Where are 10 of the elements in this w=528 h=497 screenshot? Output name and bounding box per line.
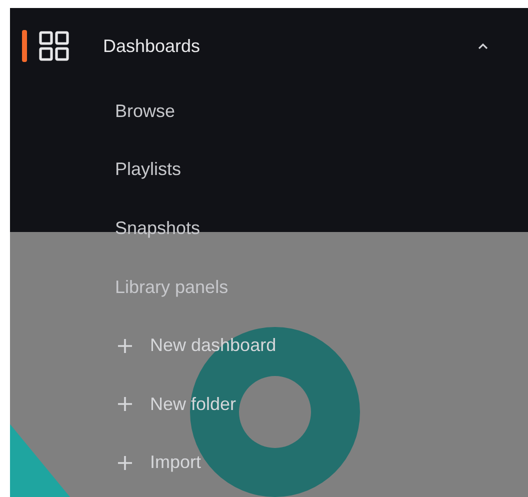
menu-link[interactable]: Playlists <box>115 159 182 180</box>
menu-action[interactable]: New folder <box>150 394 236 415</box>
plus-icon <box>118 338 132 353</box>
grid-icon <box>39 31 69 61</box>
menu-action[interactable]: New dashboard <box>150 335 276 356</box>
caret-icon[interactable] <box>478 43 488 49</box>
section-title[interactable]: Dashboards <box>103 36 200 56</box>
plus-icon <box>118 456 132 470</box>
plus-icon <box>118 397 132 412</box>
menu-link[interactable]: Browse <box>115 100 176 122</box>
